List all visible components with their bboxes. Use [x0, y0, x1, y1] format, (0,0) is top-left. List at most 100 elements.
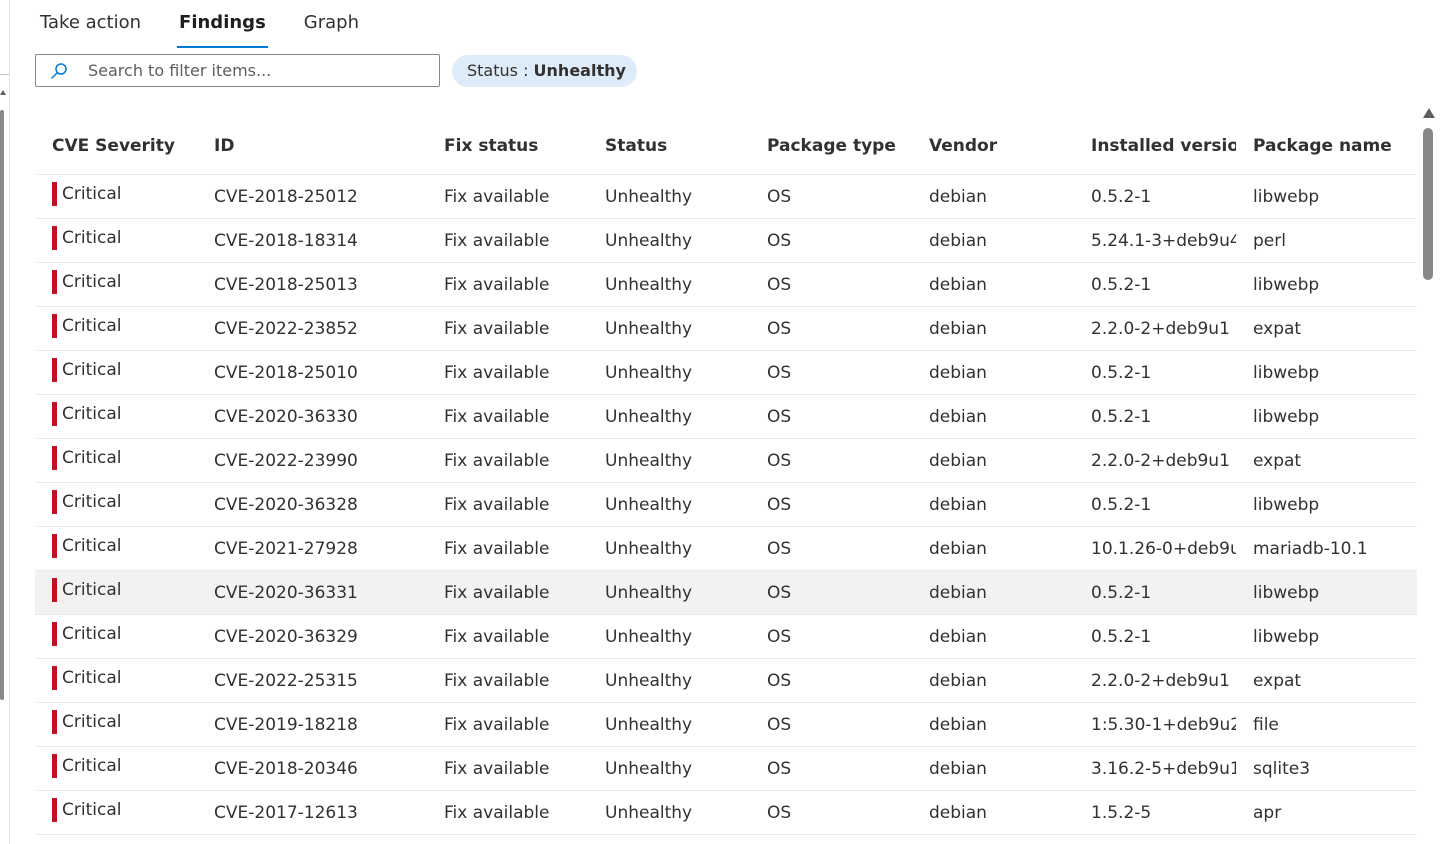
status-cell: Unhealthy [588, 658, 750, 703]
critical-severity-bar-icon [52, 710, 57, 734]
gutter-scroll-up-icon[interactable] [0, 90, 6, 95]
critical-severity-bar-icon [52, 314, 57, 338]
vendor-cell: debian [912, 790, 1074, 835]
search-input[interactable] [86, 60, 420, 81]
installed-version-cell: 2.2.0-2+deb9u1 [1074, 438, 1236, 483]
search-box[interactable] [35, 54, 440, 87]
tab-graph[interactable]: Graph [304, 0, 359, 48]
fix-status-cell: Fix available [427, 482, 588, 527]
col-header-id[interactable]: ID [197, 118, 427, 175]
table-row[interactable]: Critical CVE-2022-23852 Fix available Unhea… [35, 306, 1417, 351]
package-name-cell: libwebp [1236, 174, 1398, 219]
cve-id-cell: CVE-2020-36329 [197, 614, 427, 659]
table-row[interactable]: Critical CVE-2020-36330 Fix available Unhea… [35, 394, 1417, 439]
package-name-cell: libwebp [1236, 262, 1398, 307]
gutter-scrollbar-thumb[interactable] [0, 110, 4, 700]
critical-severity-bar-icon [52, 578, 57, 602]
table-row[interactable]: Critical CVE-2021-27928 Fix available Unhea… [35, 526, 1417, 571]
vendor-cell: debian [912, 262, 1074, 307]
col-header-truncated[interactable] [1398, 118, 1417, 175]
severity-label: Critical [62, 800, 122, 820]
cve-id-cell: CVE-2022-23990 [197, 438, 427, 483]
col-header-installed-version[interactable]: Installed version [1074, 118, 1236, 175]
table-row[interactable]: Critical CVE-2018-18314 Fix available Unhea… [35, 218, 1417, 263]
truncated-cell [1398, 482, 1417, 527]
vendor-cell: debian [912, 394, 1074, 439]
package-name-cell: libwebp [1236, 570, 1398, 615]
tab-findings[interactable]: Findings [177, 0, 268, 48]
package-type-cell: OS [750, 306, 912, 351]
col-header-cve-severity[interactable]: CVE Severity [35, 118, 197, 175]
vendor-cell: debian [912, 438, 1074, 483]
status-cell: Unhealthy [588, 218, 750, 263]
installed-version-cell: 0.5.2-1 [1074, 570, 1236, 615]
fix-status-cell: Fix available [427, 570, 588, 615]
table-row[interactable]: Critical CVE-2018-25010 Fix available Unhea… [35, 350, 1417, 395]
vendor-cell: debian [912, 658, 1074, 703]
col-header-fix-status[interactable]: Fix status [427, 118, 588, 175]
scrollbar-thumb[interactable] [1423, 128, 1433, 280]
filter-key: Status : [467, 61, 534, 80]
vendor-cell: debian [912, 526, 1074, 571]
truncated-cell [1398, 746, 1417, 791]
status-cell: Unhealthy [588, 350, 750, 395]
severity-label: Critical [62, 448, 122, 468]
severity-label: Critical [62, 536, 122, 556]
scroll-up-icon[interactable] [1423, 108, 1435, 118]
table-row[interactable]: Critical CVE-2019-18218 Fix available Unhea… [35, 702, 1417, 747]
cve-severity-cell: Critical [35, 658, 197, 703]
table-row[interactable]: Critical CVE-2017-12613 Fix available Unhea… [35, 790, 1417, 835]
severity-indicator: Critical [52, 710, 121, 734]
truncated-cell [1398, 702, 1417, 747]
installed-version-cell: 0.5.2-1 [1074, 262, 1236, 307]
severity-label: Critical [62, 404, 122, 424]
cve-id-cell: CVE-2018-20346 [197, 746, 427, 791]
col-header-package-name[interactable]: Package name [1236, 118, 1398, 175]
col-header-status[interactable]: Status [588, 118, 750, 175]
severity-label: Critical [62, 360, 122, 380]
cve-id-cell: CVE-2018-25013 [197, 262, 427, 307]
severity-indicator: Critical [52, 402, 121, 426]
cve-id-cell: CVE-2019-18218 [197, 702, 427, 747]
table-row[interactable]: Critical CVE-2022-25315 Fix available Unhea… [35, 658, 1417, 703]
package-type-cell: OS [750, 394, 912, 439]
cve-id-cell: CVE-2020-36328 [197, 482, 427, 527]
truncated-cell [1398, 394, 1417, 439]
severity-indicator: Critical [52, 754, 121, 778]
table-row[interactable]: Critical CVE-2018-25012 Fix available Unhea… [35, 174, 1417, 219]
table-row[interactable]: Critical CVE-2018-20346 Fix available Unhea… [35, 746, 1417, 791]
tab-take-action[interactable]: Take action [40, 0, 141, 48]
cve-severity-cell: Critical [35, 350, 197, 395]
package-name-cell: libwebp [1236, 482, 1398, 527]
critical-severity-bar-icon [52, 622, 57, 646]
vendor-cell: debian [912, 614, 1074, 659]
col-header-vendor[interactable]: Vendor [912, 118, 1074, 175]
fix-status-cell: Fix available [427, 174, 588, 219]
cve-severity-cell: Critical [35, 394, 197, 439]
findings-table-container: CVE Severity ID Fix status Status Packag… [35, 118, 1417, 844]
truncated-cell [1398, 218, 1417, 263]
package-type-cell: OS [750, 438, 912, 483]
table-scrollbar[interactable] [1419, 104, 1437, 844]
package-name-cell: expat [1236, 306, 1398, 351]
table-row[interactable]: Critical CVE-2020-36331 Fix available Unhea… [35, 570, 1417, 615]
severity-label: Critical [62, 756, 122, 776]
findings-table: CVE Severity ID Fix status Status Packag… [35, 118, 1417, 835]
fix-status-cell: Fix available [427, 702, 588, 747]
critical-severity-bar-icon [52, 754, 57, 778]
status-filter-pill[interactable]: Status : Unhealthy [452, 55, 637, 87]
severity-label: Critical [62, 668, 122, 688]
severity-indicator: Critical [52, 666, 121, 690]
cve-severity-cell: Critical [35, 526, 197, 571]
table-row[interactable]: Critical CVE-2020-36329 Fix available Unhea… [35, 614, 1417, 659]
severity-indicator: Critical [52, 226, 121, 250]
severity-label: Critical [62, 624, 122, 644]
installed-version-cell: 2.2.0-2+deb9u1 [1074, 658, 1236, 703]
table-row[interactable]: Critical CVE-2022-23990 Fix available Unhea… [35, 438, 1417, 483]
table-row[interactable]: Critical CVE-2018-25013 Fix available Unhea… [35, 262, 1417, 307]
col-header-package-type[interactable]: Package type [750, 118, 912, 175]
cve-severity-cell: Critical [35, 438, 197, 483]
table-row[interactable]: Critical CVE-2020-36328 Fix available Unhea… [35, 482, 1417, 527]
cve-id-cell: CVE-2018-25010 [197, 350, 427, 395]
filter-value: Unhealthy [533, 61, 626, 80]
